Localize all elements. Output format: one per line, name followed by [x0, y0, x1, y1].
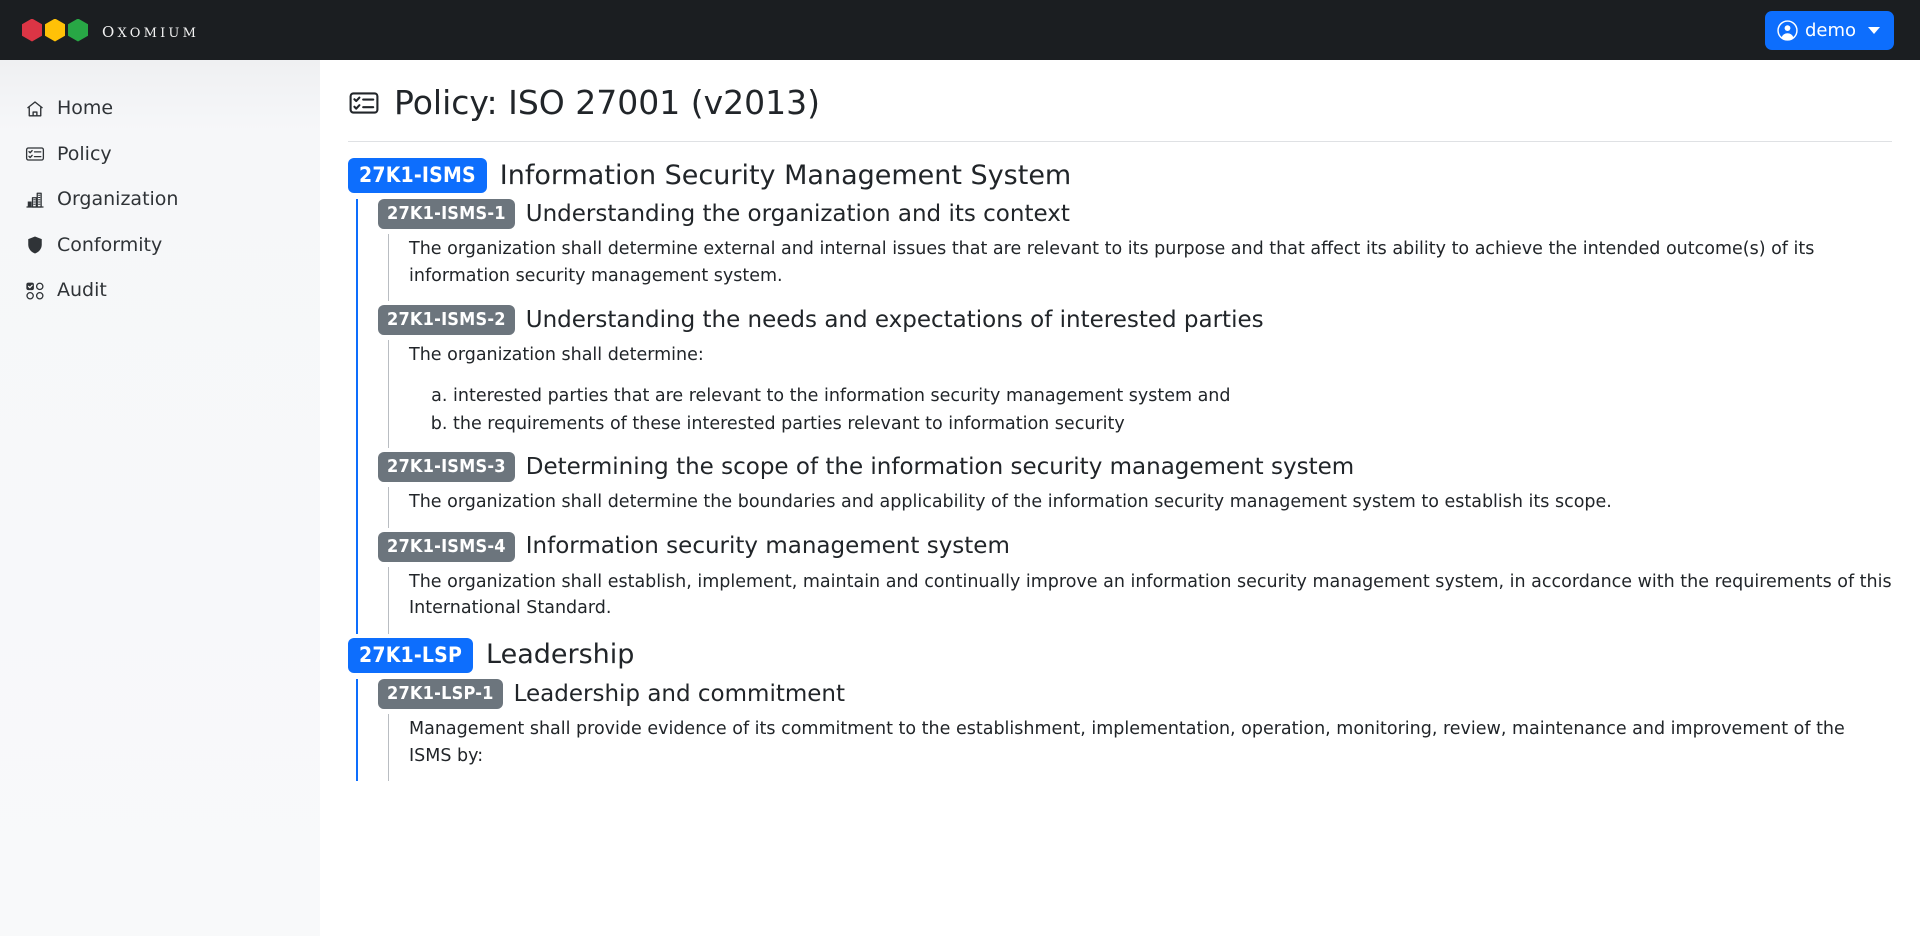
measure-paragraph: The organization shall determine: [409, 345, 704, 366]
policy-domain: 27K1-LSP Leadership 27K1-LSP-1 Leadership a… [348, 638, 1892, 782]
sidebar-item-label: Policy [57, 142, 112, 165]
measure-body: The organization shall determine externa… [388, 234, 1892, 302]
shield-icon [24, 235, 45, 256]
home-icon [24, 98, 45, 119]
sidebar-item-label: Conformity [57, 233, 163, 256]
measure-code-badge[interactable]: 27K1-ISMS-4 [378, 531, 515, 562]
audit-grid-icon [24, 280, 45, 301]
measure-code-badge[interactable]: 27K1-ISMS-2 [378, 305, 515, 336]
policy-icon [24, 144, 45, 165]
policy-measure: 27K1-ISMS-1 Understanding the organizatio… [378, 199, 1892, 302]
measure-code-badge[interactable]: 27K1-LSP-1 [378, 679, 503, 709]
measure-paragraph: Management shall provide evidence of its… [409, 719, 1845, 766]
measure-header: 27K1-ISMS-4 Information security manageme… [378, 531, 1892, 562]
measure-list-item: the requirements of these interested par… [453, 411, 1892, 438]
measure-title: Understanding the needs and expectations… [525, 307, 1264, 334]
measure-code-badge[interactable]: 27K1-ISMS-1 [378, 199, 515, 230]
hexagon-red-icon [22, 18, 42, 42]
measure-title: Information security management system [525, 533, 1010, 560]
measure-paragraph: The organization shall establish, implem… [409, 571, 1892, 619]
chevron-down-icon [1868, 26, 1880, 34]
policy-icon [349, 91, 379, 114]
user-menu-button[interactable]: demo [1764, 10, 1894, 50]
domain-body: 27K1-ISMS-1 Understanding the organizatio… [356, 199, 1892, 634]
measure-header: 27K1-LSP-1 Leadership and commitment [378, 679, 1892, 709]
policy-measure: 27K1-ISMS-4 Information security manageme… [378, 531, 1892, 634]
domain-title: Leadership [486, 639, 635, 671]
measure-list: interested parties that are relevant to … [409, 383, 1892, 437]
measure-list-item: interested parties that are relevant to … [453, 383, 1892, 410]
measure-header: 27K1-ISMS-1 Understanding the organizatio… [378, 199, 1892, 230]
policy-measure: 27K1-ISMS-3 Determining the scope of the … [378, 452, 1892, 528]
policy-measure: 27K1-ISMS-2 Understanding the needs and e… [378, 305, 1892, 449]
main-column: demo Policy: ISO 27001 (v2013) 27K1-ISMS… [320, 0, 1920, 936]
measure-body: Management shall provide evidence of its… [388, 714, 1892, 782]
sidebar-item-label: Audit [57, 279, 107, 302]
brand-logo[interactable]: Oxomium [0, 0, 320, 60]
measure-body: The organization shall establish, implem… [388, 566, 1892, 634]
measure-header: 27K1-ISMS-2 Understanding the needs and e… [378, 305, 1892, 336]
page-title-text: Policy: ISO 27001 (v2013) [394, 83, 821, 122]
domain-code-badge[interactable]: 27K1-LSP [348, 638, 474, 673]
measure-title: Understanding the organization and its c… [525, 200, 1070, 227]
policy-tree: 27K1-ISMS Information Security Management… [348, 158, 1892, 782]
measure-paragraph: The organization shall determine externa… [409, 239, 1815, 286]
sidebar: Oxomium Home [0, 0, 320, 936]
hexagon-yellow-icon [45, 18, 65, 42]
user-menu-label: demo [1804, 19, 1856, 41]
sidebar-item-conformity[interactable]: Conformity [0, 223, 320, 269]
domain-title: Information Security Management System [499, 159, 1072, 191]
sidebar-nav: Home Policy Organization Conformity Audi… [0, 60, 320, 314]
content-area: Policy: ISO 27001 (v2013) 27K1-ISMS Infor… [320, 60, 1920, 936]
topbar: demo [320, 0, 1920, 60]
page-title: Policy: ISO 27001 (v2013) [348, 82, 1892, 143]
domain-code-badge[interactable]: 27K1-ISMS [348, 158, 487, 194]
policy-domain: 27K1-ISMS Information Security Management… [348, 158, 1892, 634]
sidebar-item-audit[interactable]: Audit [0, 268, 320, 314]
measure-body: The organization shall determine: interes… [388, 340, 1892, 449]
policy-measure: 27K1-LSP-1 Leadership and commitment Manag… [378, 679, 1892, 782]
measure-paragraph: The organization shall determine the bou… [409, 492, 1612, 513]
sidebar-item-policy[interactable]: Policy [0, 132, 320, 178]
measure-title: Leadership and commitment [513, 680, 845, 707]
app-root: Oxomium Home [0, 0, 1920, 936]
brand-name: Oxomium [102, 17, 200, 43]
organization-icon [24, 189, 45, 210]
sidebar-item-home[interactable]: Home [0, 86, 320, 132]
measure-body: The organization shall determine the bou… [388, 487, 1892, 528]
domain-header: 27K1-ISMS Information Security Management… [348, 158, 1892, 194]
measure-title: Determining the scope of the information… [525, 453, 1355, 480]
sidebar-item-label: Organization [57, 188, 179, 211]
sidebar-item-label: Home [57, 97, 114, 119]
sidebar-item-organization[interactable]: Organization [0, 177, 320, 223]
hexagon-logo-icon [22, 18, 88, 42]
hexagon-green-icon [68, 18, 88, 42]
domain-header: 27K1-LSP Leadership [348, 638, 1892, 673]
person-circle-icon [1777, 19, 1798, 41]
measure-header: 27K1-ISMS-3 Determining the scope of the … [378, 452, 1892, 483]
measure-code-badge[interactable]: 27K1-ISMS-3 [378, 452, 515, 483]
domain-body: 27K1-LSP-1 Leadership and commitment Manag… [356, 679, 1892, 782]
